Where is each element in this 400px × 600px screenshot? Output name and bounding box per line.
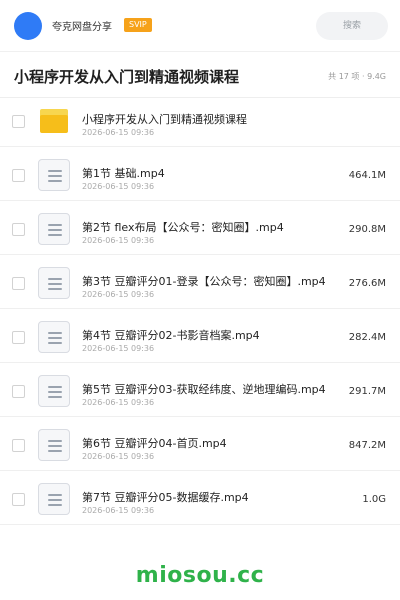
document-icon	[38, 267, 70, 299]
file-date: 2026-06-15 09:36	[82, 398, 155, 407]
file-size: 290.8M	[348, 224, 386, 235]
file-date: 2026-06-15 09:36	[82, 344, 155, 353]
select-checkbox[interactable]	[12, 115, 25, 128]
file-size: 847.2M	[348, 440, 386, 451]
list-item[interactable]: 第1节 基础.mp4 2026-06-15 09:36 464.1M	[0, 147, 400, 201]
file-size: 276.6M	[348, 278, 386, 289]
select-checkbox[interactable]	[12, 385, 25, 398]
select-checkbox[interactable]	[12, 277, 25, 290]
select-checkbox[interactable]	[12, 169, 25, 182]
select-checkbox[interactable]	[12, 223, 25, 236]
avatar[interactable]	[14, 12, 42, 40]
file-date: 2026-06-15 09:36	[82, 182, 155, 191]
file-name: 第4节 豆瓣评分02-书影音档案.mp4	[82, 329, 260, 342]
file-size: 1.0G	[362, 494, 386, 505]
file-name: 第3节 豆瓣评分01-登录【公众号：密知圈】.mp4	[82, 275, 326, 288]
file-name: 第2节 flex布局【公众号：密知圈】.mp4	[82, 221, 284, 234]
site-watermark: miosou.cc	[135, 563, 265, 588]
file-name: 第5节 豆瓣评分03-获取经纬度、逆地理编码.mp4	[82, 383, 326, 396]
folder-meta: 共 17 项 · 9.4G	[328, 72, 386, 81]
file-list: 小程序开发从入门到精通视频课程 2026-06-15 09:36 第1节 基础.…	[0, 93, 400, 525]
list-item[interactable]: 第5节 豆瓣评分03-获取经纬度、逆地理编码.mp4 2026-06-15 09…	[0, 363, 400, 417]
list-item[interactable]: 第4节 豆瓣评分02-书影音档案.mp4 2026-06-15 09:36 28…	[0, 309, 400, 363]
page-title: 小程序开发从入门到精通视频课程	[14, 68, 240, 86]
list-item[interactable]: 第3节 豆瓣评分01-登录【公众号：密知圈】.mp4 2026-06-15 09…	[0, 255, 400, 309]
file-date: 2026-06-15 09:36	[82, 128, 155, 137]
file-size: 291.7M	[348, 386, 386, 397]
file-date: 2026-06-15 09:36	[82, 236, 155, 245]
document-icon	[38, 375, 70, 407]
select-checkbox[interactable]	[12, 331, 25, 344]
file-date: 2026-06-15 09:36	[82, 506, 155, 515]
search-input[interactable]	[316, 12, 388, 40]
file-name: 第6节 豆瓣评分04-首页.mp4	[82, 437, 227, 450]
folder-icon	[40, 109, 68, 133]
document-icon	[38, 159, 70, 191]
document-icon	[38, 321, 70, 353]
list-item[interactable]: 第6节 豆瓣评分04-首页.mp4 2026-06-15 09:36 847.2…	[0, 417, 400, 471]
document-icon	[38, 213, 70, 245]
document-icon	[38, 483, 70, 515]
svip-badge[interactable]: SVIP	[124, 18, 152, 32]
file-date: 2026-06-15 09:36	[82, 452, 155, 461]
document-icon	[38, 429, 70, 461]
select-checkbox[interactable]	[12, 493, 25, 506]
file-name: 第1节 基础.mp4	[82, 167, 165, 180]
list-item[interactable]: 小程序开发从入门到精通视频课程 2026-06-15 09:36	[0, 93, 400, 147]
select-checkbox[interactable]	[12, 439, 25, 452]
file-name: 小程序开发从入门到精通视频课程	[82, 113, 247, 126]
list-item[interactable]: 第2节 flex布局【公众号：密知圈】.mp4 2026-06-15 09:36…	[0, 201, 400, 255]
file-date: 2026-06-15 09:36	[82, 290, 155, 299]
file-size: 464.1M	[348, 170, 386, 181]
app-header: 夸克网盘分享 SVIP	[0, 0, 400, 52]
folder-title-bar: 小程序开发从入门到精通视频课程 共 17 项 · 9.4G	[0, 52, 400, 98]
file-name: 第7节 豆瓣评分05-数据缓存.mp4	[82, 491, 249, 504]
file-size: 282.4M	[348, 332, 386, 343]
list-item[interactable]: 第7节 豆瓣评分05-数据缓存.mp4 2026-06-15 09:36 1.0…	[0, 471, 400, 525]
brand-name: 夸克网盘分享	[52, 22, 112, 33]
